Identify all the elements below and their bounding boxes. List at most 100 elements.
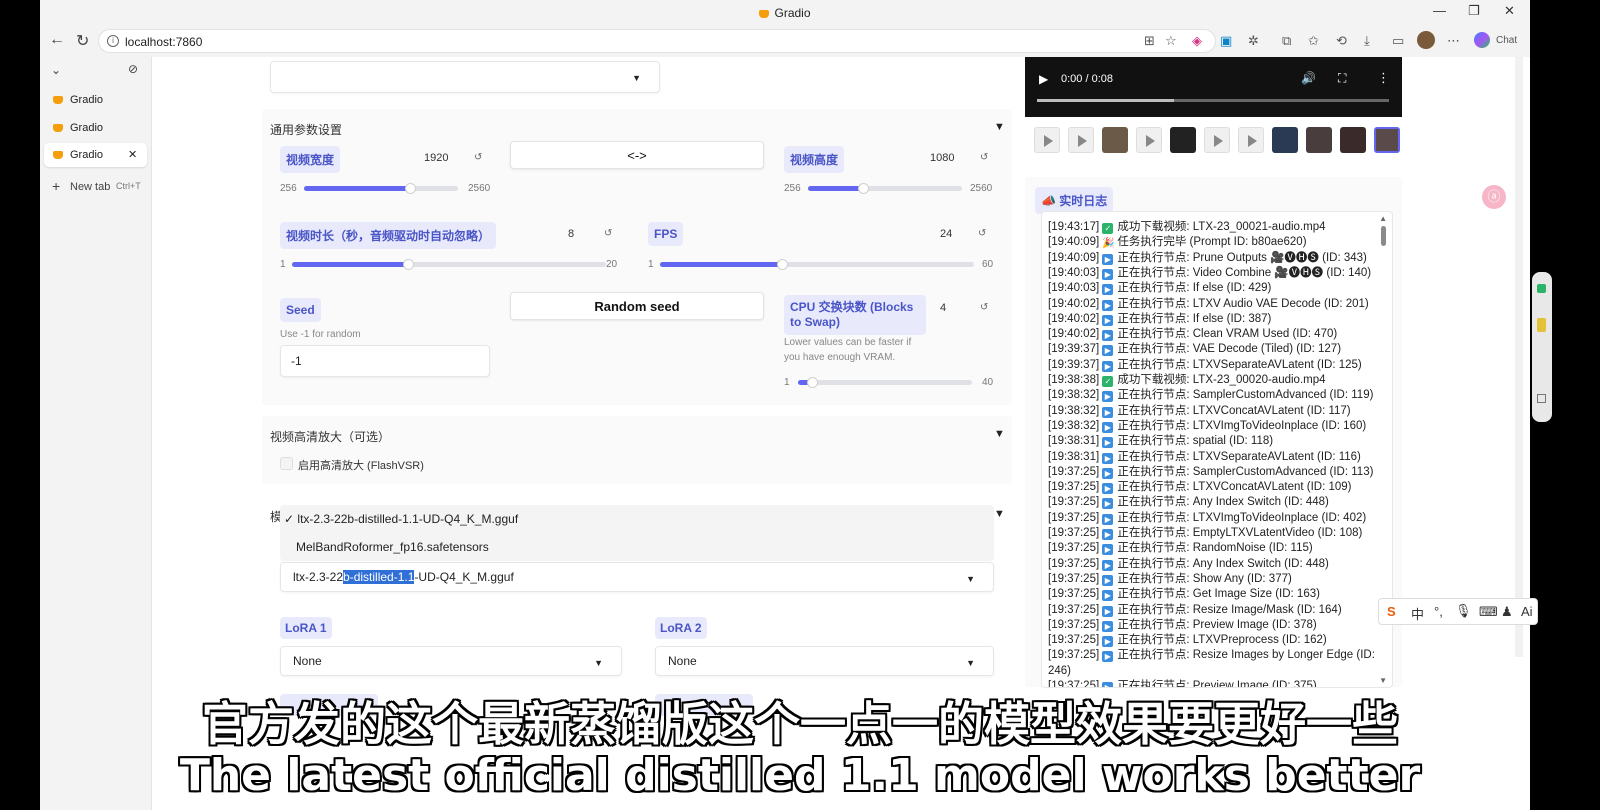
gallery-thumb-video[interactable] xyxy=(1238,127,1264,153)
height-slider[interactable] xyxy=(808,183,962,194)
tab-gradio-3[interactable]: Gradio ✕ xyxy=(44,143,147,167)
cpu-swap-slider[interactable] xyxy=(798,377,972,388)
swap-dimensions-button[interactable]: <-> xyxy=(510,141,764,169)
page-scrollbar[interactable] xyxy=(1515,57,1523,657)
gallery-thumb-video[interactable] xyxy=(1068,127,1094,153)
assistant-icon[interactable]: ⓐ xyxy=(1482,185,1506,209)
gallery-thumb-video[interactable] xyxy=(1204,127,1230,153)
collapse-triangle-icon[interactable]: ▼ xyxy=(994,121,1005,133)
play-icon[interactable]: ▶ xyxy=(1039,72,1048,86)
url-input[interactable]: i localhost:7860 xyxy=(98,29,1216,53)
close-icon[interactable]: ✕ xyxy=(1504,3,1515,19)
reload-icon[interactable]: ↻ xyxy=(76,31,89,51)
sogou-icon[interactable]: S xyxy=(1387,604,1396,619)
puzzle-icon[interactable]: ✲ xyxy=(1248,33,1259,49)
ime-mode[interactable]: 中 xyxy=(1411,604,1424,623)
keyboard-icon[interactable]: ⌨ xyxy=(1479,604,1498,620)
battery-icon[interactable] xyxy=(1537,318,1546,332)
model-select-input[interactable]: ltx-2.3-22b-distilled-1.1-UD-Q4_K_M.gguf… xyxy=(280,562,994,592)
width-slider[interactable] xyxy=(304,183,458,194)
reset-icon[interactable]: ↺ xyxy=(980,152,988,163)
lora2-select[interactable]: None ▼ xyxy=(655,646,994,676)
punctuation-icon[interactable]: °, xyxy=(1434,604,1443,619)
play-node-icon: ▶ xyxy=(1102,544,1114,556)
microphone-icon[interactable]: 🎙 xyxy=(1455,603,1472,619)
reset-icon[interactable]: ↺ xyxy=(474,152,482,163)
video-player[interactable]: ▶ 0:00 / 0:08 🔊 ⛶ ⋮ xyxy=(1025,57,1402,117)
extension-icon[interactable]: ◈ xyxy=(1192,33,1202,49)
duration-value[interactable]: 8 xyxy=(568,228,574,240)
gallery-thumb-video[interactable] xyxy=(1034,127,1060,153)
scroll-down-icon[interactable]: ▼ xyxy=(1379,676,1387,685)
pin-off-icon[interactable]: ⊘ xyxy=(128,62,138,76)
seed-input[interactable]: -1 xyxy=(280,345,490,377)
skin-icon[interactable]: ♟ xyxy=(1501,604,1513,620)
screenshot-icon[interactable]: ▭ xyxy=(1392,33,1404,49)
history-icon[interactable]: ⟲ xyxy=(1336,33,1347,49)
duration-slider[interactable] xyxy=(292,259,606,270)
fps-value[interactable]: 24 xyxy=(940,228,952,240)
play-node-icon: ▶ xyxy=(1102,268,1114,280)
seed-label: Seed xyxy=(280,298,321,322)
lora1-select[interactable]: None ▼ xyxy=(280,646,622,676)
fullscreen-icon[interactable]: ⛶ xyxy=(1338,71,1346,86)
gradio-icon xyxy=(53,151,63,159)
model-option-melband[interactable]: MelBandRoformer_fp16.safetensors xyxy=(296,540,489,554)
log-entry: [19:40:02] ▶ 正在执行节点: If else (ID: 387) xyxy=(1048,312,1272,326)
translate-icon[interactable]: ▣ xyxy=(1220,33,1232,49)
app-icon[interactable]: ⊞ xyxy=(1144,33,1155,49)
info-icon[interactable]: i xyxy=(107,35,119,47)
log-output[interactable]: [19:43:17] ✓ 成功下载视频: LTX-23_00021-audio.m… xyxy=(1041,211,1393,688)
new-tab-button[interactable]: + New tab Ctrl+T xyxy=(44,175,147,199)
avatar[interactable] xyxy=(1417,31,1435,49)
reset-icon[interactable]: ↺ xyxy=(604,228,612,239)
side-widget-bar xyxy=(1532,272,1552,422)
gallery-thumb-video[interactable] xyxy=(1136,127,1162,153)
more-icon[interactable]: ⋯ xyxy=(1447,33,1460,49)
ai-icon[interactable]: Ai xyxy=(1521,604,1533,619)
shield-icon[interactable] xyxy=(1537,284,1546,293)
copilot-icon[interactable] xyxy=(1474,32,1490,48)
collapse-triangle-icon[interactable]: ▼ xyxy=(994,508,1005,520)
gallery-thumb-image[interactable] xyxy=(1170,127,1196,153)
height-value[interactable]: 1080 xyxy=(930,152,954,164)
width-value[interactable]: 1920 xyxy=(424,152,448,164)
minimize-icon[interactable]: — xyxy=(1433,3,1446,18)
collapse-icon[interactable]: ⌄ xyxy=(51,63,61,77)
volume-icon[interactable]: 🔊 xyxy=(1301,71,1316,85)
gallery-thumb-image[interactable] xyxy=(1272,127,1298,153)
gallery-thumb-image[interactable] xyxy=(1340,127,1366,153)
top-dropdown[interactable]: ▼ xyxy=(270,61,660,93)
scrollbar-thumb[interactable] xyxy=(1381,226,1386,246)
restore-icon[interactable]: ❐ xyxy=(1468,3,1480,19)
download-icon[interactable]: ⤓ xyxy=(1364,33,1370,49)
split-screen-icon[interactable]: ⧉ xyxy=(1282,33,1291,49)
tab-gradio-2[interactable]: Gradio xyxy=(44,116,147,140)
play-node-icon: ▶ xyxy=(1102,299,1114,311)
scroll-up-icon[interactable]: ▲ xyxy=(1379,214,1387,223)
favorite-star-icon[interactable]: ☆ xyxy=(1165,33,1177,49)
reset-icon[interactable]: ↺ xyxy=(978,228,986,239)
random-seed-button[interactable]: Random seed xyxy=(510,292,764,320)
play-node-icon: ▶ xyxy=(1102,253,1114,265)
gallery-thumb-image[interactable] xyxy=(1102,127,1128,153)
tab-gradio-1[interactable]: Gradio xyxy=(44,88,147,112)
fps-slider[interactable] xyxy=(660,259,974,270)
chat-button[interactable]: Chat xyxy=(1496,35,1517,46)
gallery-thumb-image[interactable] xyxy=(1306,127,1332,153)
model-option-ltx[interactable]: ✓ ltx-2.3-22b-distilled-1.1-UD-Q4_K_M.gg… xyxy=(284,512,518,526)
back-icon[interactable]: ← xyxy=(49,31,65,49)
party-icon: 🎉 xyxy=(1102,238,1115,250)
close-tab-icon[interactable]: ✕ xyxy=(128,148,137,161)
reset-icon[interactable]: ↺ xyxy=(980,302,988,313)
cpu-swap-value[interactable]: 4 xyxy=(940,302,946,314)
video-progress[interactable] xyxy=(1037,99,1389,102)
cpu-swap-hint: Lower values can be faster if you have e… xyxy=(784,337,912,363)
window-icon[interactable] xyxy=(1537,394,1546,403)
upscale-checkbox[interactable] xyxy=(280,457,293,470)
gallery-thumb-selected[interactable] xyxy=(1374,127,1400,153)
collapse-triangle-icon[interactable]: ▼ xyxy=(994,428,1005,440)
favorites-icon[interactable]: ✩ xyxy=(1308,33,1319,49)
more-options-icon[interactable]: ⋮ xyxy=(1377,70,1390,86)
log-entry: [19:37:25] ▶ 正在执行节点: Resize Images by Lon… xyxy=(1048,649,1375,663)
